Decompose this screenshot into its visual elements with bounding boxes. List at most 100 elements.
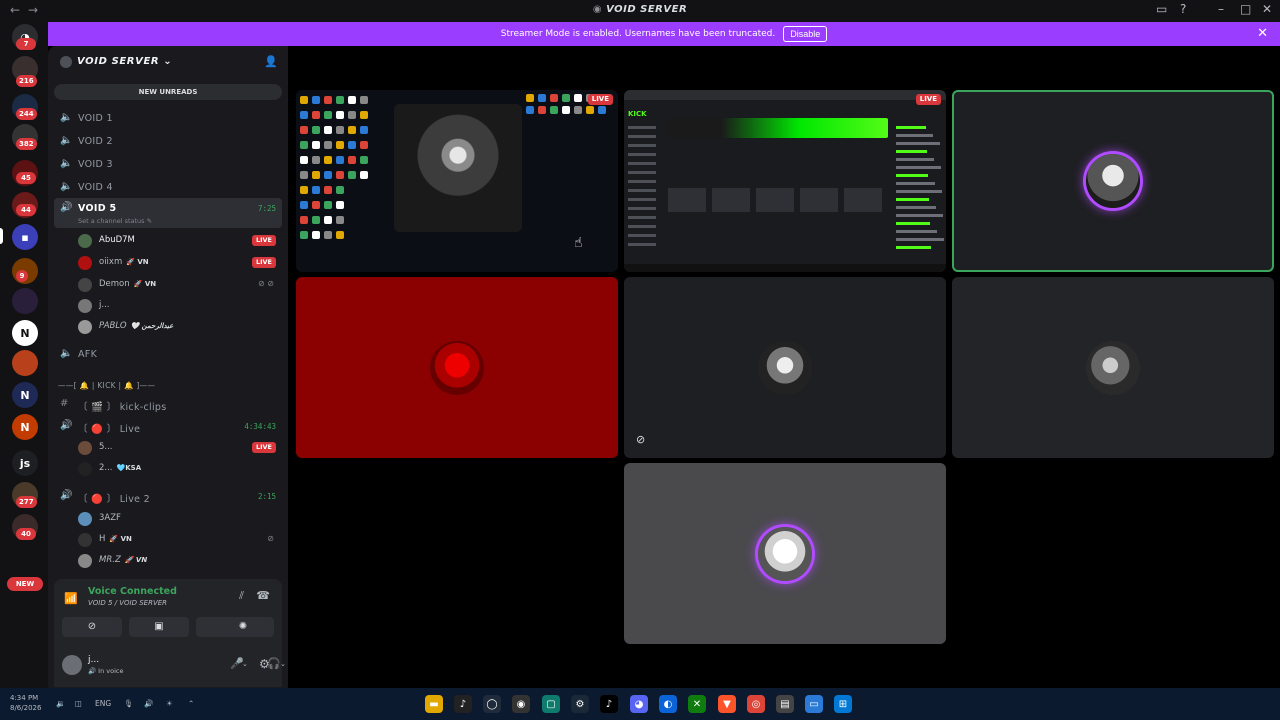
- close-window-icon[interactable]: ✕: [1262, 2, 1272, 16]
- sidebar-line: [628, 234, 656, 237]
- search-icon[interactable]: ◯: [483, 695, 501, 713]
- voice-connected-label[interactable]: Voice Connected: [88, 586, 177, 597]
- maximize-icon[interactable]: □: [1240, 2, 1251, 16]
- network-icon[interactable]: ◫: [75, 699, 82, 708]
- banner-text: Streamer Mode is enabled. Usernames have…: [500, 29, 776, 39]
- brave-icon[interactable]: ▼: [718, 695, 736, 713]
- chevron-up-icon[interactable]: ⌃: [188, 699, 194, 708]
- windows-start-icon[interactable]: ⊞: [834, 695, 852, 713]
- sidebar-line: [628, 144, 656, 147]
- channel-sidebar: VOID SERVER ⌄ 👤 NEW UNREADS 🔈 VOID 1 🔈 VOI…: [48, 46, 288, 688]
- settings-gear-icon[interactable]: ⚙: [259, 657, 270, 671]
- new-unreads-pill[interactable]: NEW: [7, 577, 43, 591]
- app-icon[interactable]: ▭: [805, 695, 823, 713]
- voice-user[interactable]: H 🚀 VN ⊘: [78, 531, 282, 549]
- clock[interactable]: 4:34 PM 8/6/2026: [10, 693, 41, 713]
- participant-tile[interactable]: ⊘: [624, 277, 946, 458]
- voice-user[interactable]: AbuD7M LIVE: [78, 232, 282, 250]
- stream-tile-kick[interactable]: KICK LIVE: [624, 90, 946, 272]
- void-blue-server-icon[interactable]: N: [12, 382, 38, 408]
- call-duration: 2:15: [257, 492, 276, 501]
- js-server-icon[interactable]: js: [12, 450, 38, 476]
- desktop-shortcut-icon: [574, 94, 582, 102]
- chevron-down-icon[interactable]: ⌄: [280, 660, 286, 668]
- stream-tile-desktop[interactable]: LIVE ☝: [296, 90, 618, 272]
- participant-tile-speaking[interactable]: [624, 463, 946, 644]
- voice-channel-live-2[interactable]: 🔊 〔 🔴 〕 Live 2 2:15: [54, 486, 282, 506]
- channel-status[interactable]: Set a channel status ✎: [78, 217, 152, 225]
- voice-user[interactable]: 2... 🩵KSA: [78, 460, 282, 478]
- disconnect-icon[interactable]: ☎: [256, 589, 270, 602]
- avatar: [1086, 154, 1140, 208]
- close-icon[interactable]: ✕: [1257, 26, 1268, 41]
- void-server-icon[interactable]: N: [12, 320, 38, 346]
- minimize-icon[interactable]: –: [1218, 2, 1224, 16]
- user-name[interactable]: j...: [88, 655, 99, 665]
- store-icon[interactable]: ▤: [776, 695, 794, 713]
- share-screen-button[interactable]: ▣: [129, 617, 189, 637]
- voice-channel-afk[interactable]: 🔈 AFK: [54, 344, 282, 364]
- stream-thumbnail: [756, 188, 794, 212]
- file-explorer-icon[interactable]: ▬: [425, 695, 443, 713]
- folder-icon[interactable]: ▪: [12, 224, 38, 250]
- avatar[interactable]: [62, 655, 82, 675]
- participant-tile[interactable]: [952, 277, 1274, 458]
- volume-icon[interactable]: 🔉: [56, 699, 65, 708]
- speaker-icon[interactable]: 🔊: [144, 699, 153, 708]
- void-orange-server-icon[interactable]: N: [12, 414, 38, 440]
- microphone-icon[interactable]: 🎙: [124, 699, 134, 708]
- inbox-icon[interactable]: ▭: [1156, 2, 1167, 16]
- voice-user[interactable]: oiixm 🚀 VN LIVE: [78, 254, 282, 272]
- sidebar-line: [628, 198, 656, 201]
- help-icon[interactable]: ?: [1180, 2, 1186, 16]
- voice-location[interactable]: VOID 5 / VOID SERVER: [88, 599, 167, 607]
- voice-channel-live[interactable]: 🔊 〔 🔴 〕 Live 4:34:43: [54, 416, 282, 436]
- brightness-icon[interactable]: ☀: [166, 699, 173, 708]
- desktop-shortcut-icon: [360, 111, 368, 119]
- voice-channel-void-2[interactable]: 🔈 VOID 2: [54, 131, 282, 151]
- unread-badge: 382: [16, 138, 37, 150]
- voice-channel-void-1[interactable]: 🔈 VOID 1: [54, 108, 282, 128]
- cursor-icon: ☝: [574, 235, 583, 251]
- music-icon[interactable]: ♪: [454, 695, 472, 713]
- add-member-icon[interactable]: 👤: [264, 55, 278, 68]
- language-indicator[interactable]: ENG: [95, 699, 111, 708]
- app-icon[interactable]: ◉: [512, 695, 530, 713]
- camera-off-button[interactable]: ⊘: [62, 617, 122, 637]
- participant-tile-speaking[interactable]: [952, 90, 1274, 272]
- voice-user[interactable]: 3AZF: [78, 510, 282, 528]
- noise-suppression-icon[interactable]: ⫽: [239, 589, 244, 603]
- voice-user[interactable]: MR.Z 🚀 VN: [78, 552, 282, 570]
- voice-channel-void-3[interactable]: 🔈 VOID 3: [54, 154, 282, 174]
- category-kick[interactable]: ——[ 🔔 | KICK | 🔔 ]——: [54, 376, 282, 396]
- desktop-shortcut-icon: [586, 106, 594, 114]
- voice-channel-void-4[interactable]: 🔈 VOID 4: [54, 177, 282, 197]
- server-icon[interactable]: [12, 288, 38, 314]
- sidebar-line: [628, 216, 656, 219]
- server-icon[interactable]: [12, 350, 38, 376]
- desktop-shortcut-icon: [324, 171, 332, 179]
- steam-icon[interactable]: ⚙: [571, 695, 589, 713]
- edge-icon[interactable]: ◐: [659, 695, 677, 713]
- chevron-down-icon[interactable]: ⌄: [242, 660, 248, 668]
- voice-user[interactable]: j...: [78, 297, 282, 315]
- soundboard-button[interactable]: ✺: [212, 617, 274, 637]
- voice-user[interactable]: Demon 🚀 VN ⊘ ⊘: [78, 276, 282, 294]
- signal-icon[interactable]: 📶: [64, 592, 78, 605]
- chrome-icon[interactable]: ◎: [747, 695, 765, 713]
- desktop-shortcut-icon: [360, 171, 368, 179]
- text-channel-kick-clips[interactable]: # 〔 🎬 〕 kick-clips: [54, 394, 282, 414]
- xbox-icon[interactable]: ✕: [688, 695, 706, 713]
- desktop-shortcut-icon: [360, 96, 368, 104]
- voice-user[interactable]: PABLO 🤍 عبدالرحمن: [78, 318, 282, 336]
- voice-channel-void-5[interactable]: 🔊 VOID 5 7:25 Set a channel status ✎: [54, 198, 282, 228]
- discord-icon[interactable]: ◕: [630, 695, 648, 713]
- disable-button[interactable]: Disable: [783, 26, 828, 42]
- voice-user[interactable]: 5... LIVE: [78, 439, 282, 457]
- server-header[interactable]: VOID SERVER ⌄ 👤: [48, 46, 288, 78]
- tiktok-icon[interactable]: ♪: [600, 695, 618, 713]
- sidebar-line: [628, 243, 656, 246]
- new-unreads-bar[interactable]: NEW UNREADS: [54, 84, 282, 100]
- participant-tile-red[interactable]: [296, 277, 618, 458]
- app-icon[interactable]: ▢: [542, 695, 560, 713]
